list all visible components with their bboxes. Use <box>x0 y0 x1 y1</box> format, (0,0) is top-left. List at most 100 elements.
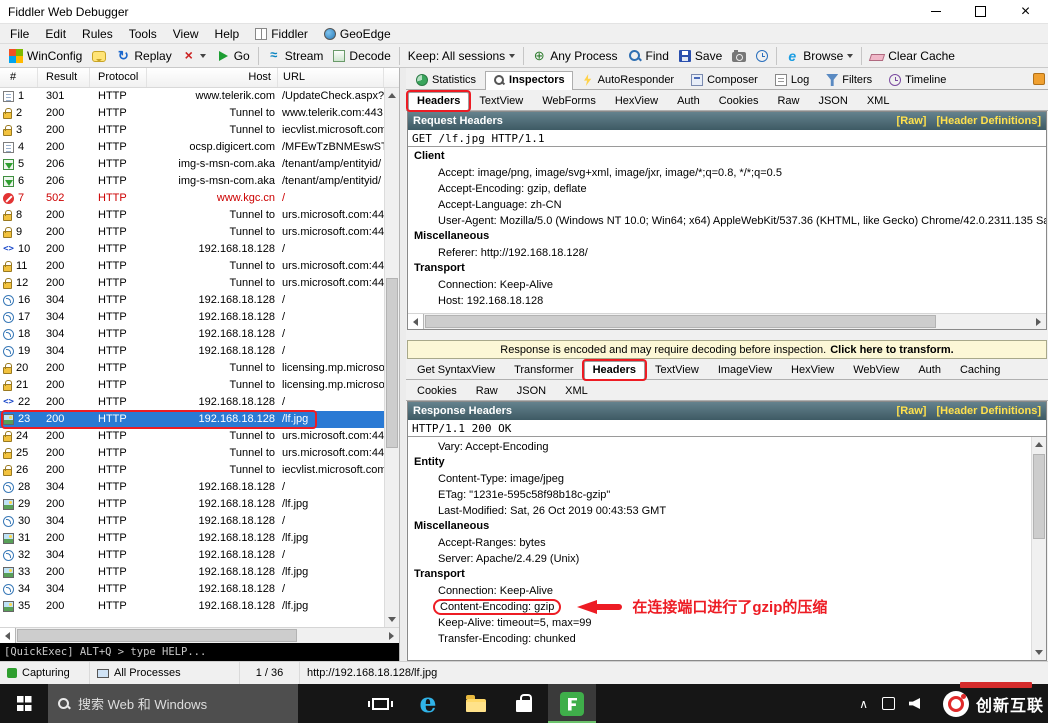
orange-icon[interactable] <box>1033 73 1045 85</box>
tab-cookies[interactable]: Cookies <box>408 382 466 400</box>
menu-item-edit[interactable]: Edit <box>37 26 74 42</box>
start-button[interactable] <box>0 684 48 723</box>
session-row-30[interactable]: 30 304 HTTP 192.168.18.128 / <box>0 513 399 530</box>
taskbar-search-input[interactable]: 搜索 Web 和 Windows <box>48 684 298 723</box>
tab-json[interactable]: JSON <box>809 92 856 110</box>
session-horizontal-scrollbar[interactable] <box>0 627 399 643</box>
tab-composer[interactable]: Composer <box>683 71 766 89</box>
session-row-4[interactable]: 4 200 HTTP ocsp.digicert.com/MFEwTzBNMEswST… <box>0 139 399 156</box>
session-row-10[interactable]: 10 200 HTTP 192.168.18.128 / <box>0 241 399 258</box>
session-row-35[interactable]: 35 200 HTTP 192.168.18.128/lf.jpg <box>0 598 399 615</box>
toolbar-decode-button[interactable]: Decode <box>328 47 395 65</box>
session-row-6[interactable]: 6 206 HTTP img-s-msn-com.aka/tenant/amp/ent… <box>0 173 399 190</box>
edge-button[interactable] <box>404 684 452 723</box>
session-row-11[interactable]: 11 200 HTTP Tunnel to urs.microsoft.com:44 <box>0 258 399 275</box>
scroll-up-button[interactable] <box>1032 437 1046 452</box>
session-row-26[interactable]: 26 200 HTTP Tunnel to iecvlist.microsoft.com… <box>0 462 399 479</box>
header-item[interactable]: Keep-Alive: timeout=5, max=99 <box>408 615 1031 631</box>
toolbar-winconfig-button[interactable]: WinConfig <box>4 47 87 65</box>
response-status-line[interactable]: HTTP/1.1 200 OK <box>408 420 1046 437</box>
scroll-right-button[interactable] <box>383 628 399 643</box>
header-item[interactable]: Accept: image/png, image/svg+xml, image/… <box>408 165 1046 181</box>
toolbar-keep-all-sessions-button[interactable]: Keep: All sessions <box>403 47 520 65</box>
tab-headers[interactable]: Headers <box>583 361 645 379</box>
menu-item-file[interactable]: File <box>2 26 37 42</box>
session-row-33[interactable]: 33 200 HTTP 192.168.18.128/lf.jpg <box>0 564 399 581</box>
session-vertical-scrollbar[interactable] <box>384 88 399 627</box>
session-row-8[interactable]: 8 200 HTTP Tunnel to urs.microsoft.com:44 <box>0 207 399 224</box>
scroll-left-button[interactable] <box>0 628 16 643</box>
tab-auth[interactable]: Auth <box>909 361 950 379</box>
tab-textview[interactable]: TextView <box>470 92 532 110</box>
toolbar-replay-button[interactable]: Replay <box>111 47 176 65</box>
tab-hexview[interactable]: HexView <box>782 361 843 379</box>
session-row-29[interactable]: 29 200 HTTP 192.168.18.128/lf.jpg <box>0 496 399 513</box>
tab-cookies[interactable]: Cookies <box>710 92 768 110</box>
header-item[interactable]: Server: Apache/2.4.29 (Unix) <box>408 551 1031 567</box>
header-item[interactable]: Host: 192.168.18.128 <box>408 293 1046 309</box>
tab-inspectors[interactable]: Inspectors <box>485 71 573 90</box>
column-header-url[interactable]: URL <box>278 68 384 87</box>
toolbar-clock-button[interactable] <box>751 47 773 64</box>
toolbar-balloon-button[interactable] <box>87 48 111 64</box>
response-vertical-scrollbar[interactable] <box>1031 437 1046 660</box>
tray-app-icon[interactable] <box>882 697 895 710</box>
session-row-17[interactable]: 17 304 HTTP 192.168.18.128 / <box>0 309 399 326</box>
tab-log[interactable]: Log <box>767 71 817 89</box>
capturing-indicator[interactable]: Capturing <box>0 662 90 684</box>
header-item[interactable]: User-Agent: Mozilla/5.0 (Windows NT 10.0… <box>408 213 1046 229</box>
panel-link-header-definitions[interactable]: [Header Definitions] <box>936 405 1041 417</box>
session-row-19[interactable]: 19 304 HTTP 192.168.18.128 / <box>0 343 399 360</box>
session-row-12[interactable]: 12 200 HTTP Tunnel to urs.microsoft.com:44 <box>0 275 399 292</box>
session-row-28[interactable]: 28 304 HTTP 192.168.18.128 / <box>0 479 399 496</box>
session-row-21[interactable]: 21 200 HTTP Tunnel to licensing.mp.microsoft <box>0 377 399 394</box>
header-item[interactable]: ETag: "1231e-595c58f98b18c-gzip" <box>408 487 1031 503</box>
menu-item-rules[interactable]: Rules <box>74 26 121 42</box>
header-item[interactable]: Vary: Accept-Encoding <box>408 439 1031 455</box>
menu-item-help[interactable]: Help <box>207 26 248 42</box>
header-item[interactable]: Connection: Keep-Alive <box>408 277 1046 293</box>
menu-item-fiddler[interactable]: Fiddler <box>247 26 316 42</box>
scroll-up-button[interactable] <box>385 88 399 103</box>
panel-link-header-definitions[interactable]: [Header Definitions] <box>936 115 1041 127</box>
task-view-button[interactable] <box>356 684 404 723</box>
toolbar-stream-button[interactable]: Stream <box>262 47 329 65</box>
session-row-31[interactable]: 31 200 HTTP 192.168.18.128/lf.jpg <box>0 530 399 547</box>
session-row-24[interactable]: 24 200 HTTP Tunnel to urs.microsoft.com:44 <box>0 428 399 445</box>
toolbar-any-process-button[interactable]: Any Process <box>527 47 622 65</box>
tab-transformer[interactable]: Transformer <box>505 361 583 379</box>
header-item[interactable]: Referer: http://192.168.18.128/ <box>408 245 1046 261</box>
header-item[interactable]: Content-Encoding: gzip 在连接端口进行了gzip的压缩 <box>408 599 1031 615</box>
response-encoding-notice[interactable]: Response is encoded and may require deco… <box>407 340 1047 359</box>
tab-webforms[interactable]: WebForms <box>533 92 605 110</box>
session-row-32[interactable]: 32 304 HTTP 192.168.18.128 / <box>0 547 399 564</box>
column-header-host[interactable]: Host <box>147 68 278 87</box>
process-filter[interactable]: All Processes <box>90 662 240 684</box>
header-item[interactable]: Connection: Keep-Alive <box>408 583 1031 599</box>
column-header-result[interactable]: Result <box>38 68 90 87</box>
menu-item-geoedge[interactable]: GeoEdge <box>316 26 399 42</box>
tab-imageview[interactable]: ImageView <box>709 361 781 379</box>
tab-timeline[interactable]: Timeline <box>881 71 954 89</box>
volume-icon[interactable] <box>909 698 920 709</box>
quickexec-input[interactable]: [QuickExec] ALT+Q > type HELP... <box>0 643 399 661</box>
close-button[interactable] <box>1003 0 1048 23</box>
tab-webview[interactable]: WebView <box>844 361 908 379</box>
session-row-25[interactable]: 25 200 HTTP Tunnel to urs.microsoft.com:44 <box>0 445 399 462</box>
scroll-thumb[interactable] <box>1033 454 1045 539</box>
toolbar-browse-button[interactable]: Browse <box>780 47 858 65</box>
menu-item-tools[interactable]: Tools <box>121 26 165 42</box>
tab-auth[interactable]: Auth <box>668 92 709 110</box>
tab-caching[interactable]: Caching <box>951 361 1009 379</box>
column-header-number[interactable]: # <box>0 68 38 87</box>
tab-xml[interactable]: XML <box>858 92 899 110</box>
header-item[interactable]: Last-Modified: Sat, 26 Oct 2019 00:43:53… <box>408 503 1031 519</box>
session-row-1[interactable]: 1 301 HTTP www.telerik.com/UpdateCheck.aspx… <box>0 88 399 105</box>
session-row-3[interactable]: 3 200 HTTP Tunnel to iecvlist.microsoft.com: <box>0 122 399 139</box>
header-item[interactable]: Content-Type: image/jpeg <box>408 471 1031 487</box>
header-item[interactable]: Accept-Ranges: bytes <box>408 535 1031 551</box>
scroll-down-button[interactable] <box>1032 645 1046 660</box>
menu-item-view[interactable]: View <box>165 26 207 42</box>
tab-filters[interactable]: Filters <box>818 71 880 89</box>
header-item[interactable]: Accept-Language: zh-CN <box>408 197 1046 213</box>
